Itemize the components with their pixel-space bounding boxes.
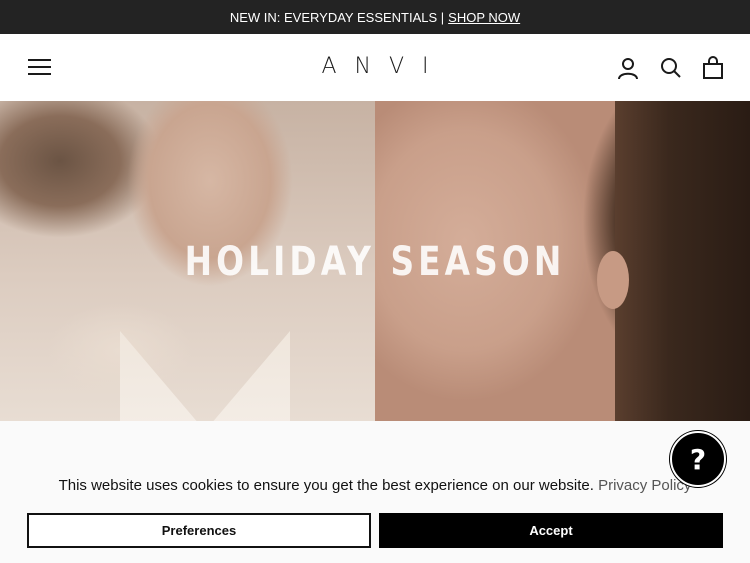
search-icon[interactable]: [659, 56, 683, 80]
shop-now-link[interactable]: SHOP NOW: [448, 10, 520, 25]
help-chat-button[interactable]: ?: [670, 431, 726, 487]
cookie-message-line: This website uses cookies to ensure you …: [0, 477, 750, 494]
accept-button[interactable]: Accept: [379, 513, 723, 548]
announcement-bar: NEW IN: EVERYDAY ESSENTIALS | SHOP NOW: [0, 0, 750, 34]
announcement-text: NEW IN: EVERYDAY ESSENTIALS |: [229, 9, 445, 25]
cookie-message: This website uses cookies to ensure you …: [58, 477, 594, 494]
site-header: ANVI: [0, 34, 750, 101]
hero-title: HOLIDAY SEASON: [184, 239, 566, 285]
privacy-policy-link[interactable]: Privacy Policy: [598, 477, 691, 494]
cart-icon[interactable]: [701, 56, 725, 80]
cookie-banner: This website uses cookies to ensure you …: [0, 421, 750, 563]
account-icon[interactable]: [616, 56, 640, 80]
hero-banner[interactable]: HOLIDAY SEASON: [0, 101, 750, 421]
preferences-button[interactable]: Preferences: [27, 513, 371, 548]
